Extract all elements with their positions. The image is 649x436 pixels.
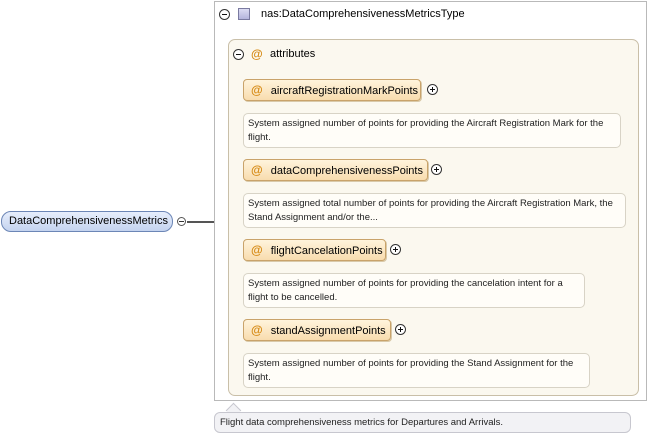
- complex-type-title: nas:DataComprehensivenessMetricsType: [261, 8, 465, 20]
- attribute-at-icon: @: [251, 83, 263, 97]
- root-collapse-icon[interactable]: [177, 217, 186, 226]
- attribute-node-stand-assignment-points[interactable]: @ standAssignmentPoints: [243, 319, 391, 341]
- documentation-text: Flight data comprehensiveness metrics fo…: [220, 417, 504, 428]
- attribute-description: System assigned number of points for pro…: [243, 273, 585, 308]
- complex-type-icon: [238, 8, 250, 20]
- expand-icon[interactable]: [427, 84, 438, 95]
- attribute-description: System assigned number of points for pro…: [243, 113, 621, 148]
- attribute-at-icon: @: [251, 163, 263, 177]
- attribute-description: System assigned number of points for pro…: [243, 353, 590, 388]
- attribute-node-flight-cancelation-points[interactable]: @ flightCancelationPoints: [243, 239, 386, 261]
- attribute-node-data-comprehensiveness-points[interactable]: @ dataComprehensivenessPoints: [243, 159, 428, 181]
- attribute-at-icon: @: [251, 243, 263, 257]
- attribute-at-icon: @: [251, 323, 263, 337]
- attribute-at-icon: @: [251, 47, 263, 61]
- expand-icon[interactable]: [431, 164, 442, 175]
- attributes-group-label: attributes: [270, 48, 316, 60]
- attributes-collapse-icon[interactable]: [233, 49, 244, 60]
- attribute-description: System assigned total number of points f…: [243, 193, 626, 228]
- root-element-label: DataComprehensivenessMetrics: [9, 215, 168, 227]
- attribute-name: aircraftRegistrationMarkPoints: [270, 85, 419, 97]
- expand-icon[interactable]: [390, 244, 401, 255]
- attribute-name: standAssignmentPoints: [270, 325, 386, 337]
- type-collapse-icon[interactable]: [219, 9, 230, 20]
- expand-icon[interactable]: [395, 324, 406, 335]
- attribute-name: dataComprehensivenessPoints: [270, 165, 423, 177]
- root-element-node[interactable]: DataComprehensivenessMetrics: [1, 211, 173, 232]
- documentation-box: Flight data comprehensiveness metrics fo…: [214, 412, 631, 433]
- attribute-name: flightCancelationPoints: [270, 245, 383, 257]
- connector-line: [187, 221, 215, 223]
- attribute-node-aircraft-registration-mark-points[interactable]: @ aircraftRegistrationMarkPoints: [243, 79, 421, 101]
